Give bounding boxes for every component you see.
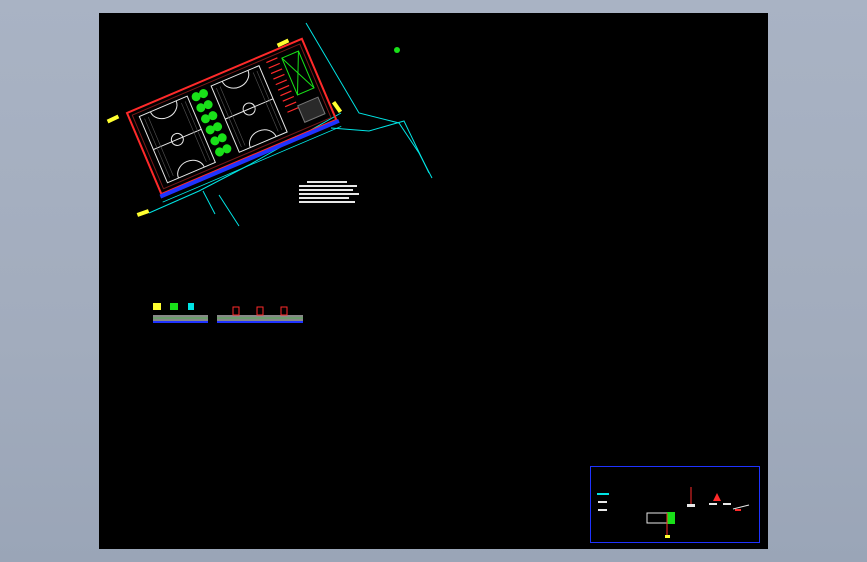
title-block[interactable]: [590, 466, 760, 543]
site-boundary: [148, 22, 433, 227]
site-marker-icon: [394, 47, 400, 53]
section-details[interactable]: [153, 303, 303, 323]
legend-notes: [299, 179, 361, 213]
site-plan[interactable]: [125, 37, 342, 203]
cad-viewport[interactable]: [99, 13, 768, 549]
